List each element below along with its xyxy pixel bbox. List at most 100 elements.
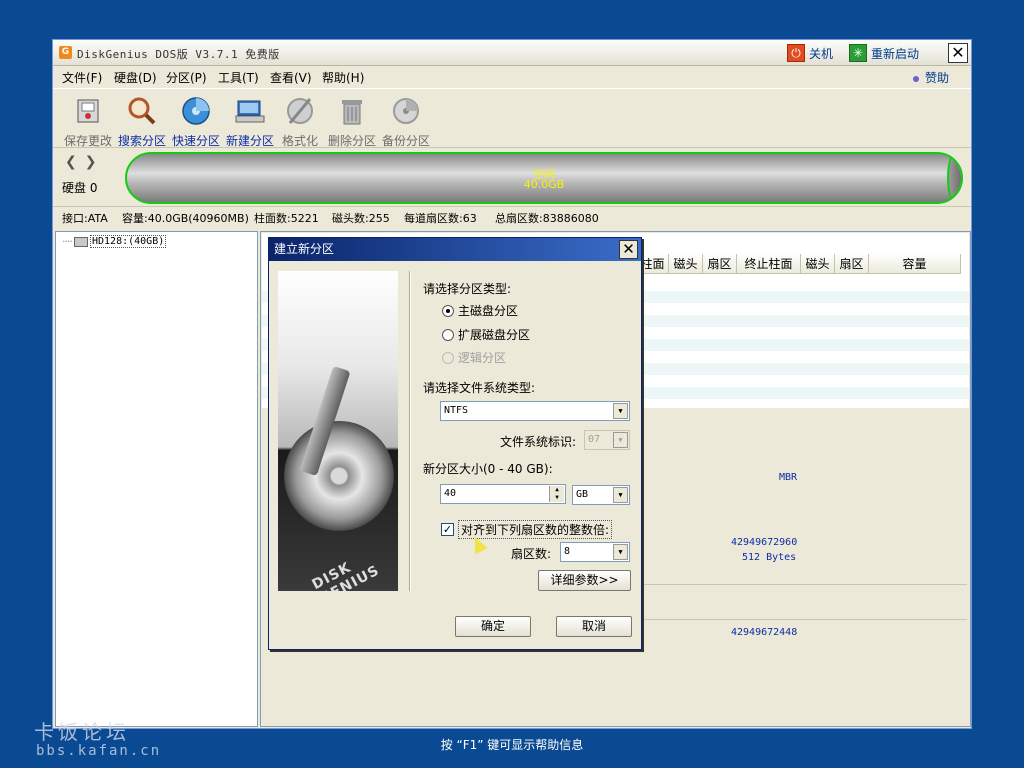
app-logo-icon: G [59, 46, 72, 59]
title-bar[interactable]: G DiskGenius DOS版 V3.7.1 免费版 ⏻ 关机 ✳ 重新启动… [53, 40, 971, 66]
hard-disk-icon [74, 236, 88, 247]
donate-icon [912, 75, 919, 82]
donate-link[interactable]: 赞助 [912, 69, 949, 86]
dialog-close-button[interactable]: ✕ [619, 240, 638, 259]
fs-type-value: NTFS [444, 405, 469, 416]
format-icon [287, 98, 313, 124]
sectors-value: 8 [564, 546, 571, 557]
radio-button [442, 351, 454, 364]
checkbox-checked-icon[interactable]: ✓ [441, 523, 454, 536]
new-partition-icon [235, 100, 265, 123]
size-value: 40 [444, 488, 457, 499]
toolbar-quick-partition-button[interactable]: 快速分区 [169, 95, 223, 149]
fs-type-select[interactable]: NTFS ▼ [440, 401, 630, 421]
col-start-sector[interactable]: 扇区 [703, 254, 737, 274]
disk-nav-arrows[interactable]: ❮❯ [65, 154, 104, 170]
info-cylinders: 柱面数:5221 [254, 212, 319, 225]
toolbar-search-partition-button[interactable]: 搜索分区 [115, 95, 169, 149]
menu-disk[interactable]: 硬盘(D) [114, 69, 157, 86]
toolbar-backup-partition-button[interactable]: 备份分区 [379, 95, 433, 149]
toolbar-new-partition-button[interactable]: 新建分区 [223, 95, 277, 149]
dialog-title-bar[interactable]: 建立新分区 ✕ [269, 238, 641, 261]
info-sectors-per-track: 每道扇区数:63 [404, 212, 477, 225]
col-capacity[interactable]: 容量 [869, 254, 961, 274]
logical-partition-label: 逻辑分区 [458, 351, 507, 365]
toolbar-quick-partition-label: 快速分区 [171, 134, 220, 148]
menu-partition[interactable]: 分区(P) [166, 69, 207, 86]
save-icon [77, 99, 99, 123]
bytes-value: 42949672448 [731, 627, 798, 638]
extended-partition-radio[interactable]: 扩展磁盘分区 [442, 326, 530, 343]
prev-disk-icon[interactable]: ❮ [65, 154, 85, 170]
toolbar-search-partition-label: 搜索分区 [117, 134, 166, 148]
menu-help[interactable]: 帮助(H) [322, 69, 364, 86]
shutdown-label: 关机 [809, 46, 834, 61]
dropdown-arrow-icon[interactable]: ▼ [613, 403, 628, 419]
details-button[interactable]: 详细参数>> [538, 570, 631, 591]
next-disk-icon[interactable]: ❯ [85, 154, 105, 170]
col-end-head[interactable]: 磁头 [801, 254, 835, 274]
info-total-sectors: 总扇区数:83886080 [495, 212, 599, 225]
partition-type-label: 请选择分区类型: [423, 282, 512, 296]
info-capacity: 容量:40.0GB(40960MB) [122, 212, 249, 225]
size-input[interactable]: 40 ▲ ▼ [440, 484, 566, 504]
primary-partition-radio[interactable]: 主磁盘分区 [442, 302, 518, 319]
sector-size-value: 512 Bytes [742, 552, 797, 563]
toolbar-new-partition-label: 新建分区 [225, 134, 274, 148]
toolbar-format-label: 格式化 [281, 134, 318, 148]
disk-free-space-bar[interactable]: 空闲 40.0GB [125, 152, 963, 204]
col-end-sector[interactable]: 扇区 [835, 254, 869, 274]
delete-partition-icon [342, 100, 362, 125]
quick-partition-icon [182, 97, 210, 125]
dropdown-arrow-icon[interactable]: ▼ [613, 487, 628, 503]
tree-node-label: HD128:(40GB) [90, 235, 167, 248]
fs-type-label: 请选择文件系统类型: [423, 381, 536, 395]
col-start-head[interactable]: 磁头 [669, 254, 703, 274]
info-interface: 接口:ATA [62, 212, 108, 225]
col-end-cylinder[interactable]: 终止柱面 [737, 254, 801, 274]
toolbar-format-button[interactable]: 格式化 [273, 95, 327, 149]
fs-id-label: 文件系统标识: [500, 435, 577, 449]
watermark-url: bbs.kafan.cn [36, 743, 162, 759]
ok-button[interactable]: 确定 [455, 616, 531, 637]
shutdown-button[interactable]: ⏻ 关机 [787, 44, 833, 62]
size-spinner-icon[interactable]: ▲ ▼ [549, 486, 564, 502]
tree-connector: ···· [62, 235, 73, 248]
radio-button[interactable] [442, 304, 454, 317]
disk-label: 硬盘 0 [62, 181, 98, 195]
dialog-separator [409, 271, 411, 591]
disk-genius-brand-label: DISK GENIUS [309, 559, 383, 591]
info-heads: 磁头数:255 [332, 212, 390, 225]
dropdown-arrow-icon: ▼ [613, 432, 628, 448]
extended-partition-label: 扩展磁盘分区 [458, 328, 531, 342]
tree-node-disk[interactable]: ···· HD128:(40GB) [62, 235, 167, 248]
disk-tree-panel: ···· HD128:(40GB) [55, 231, 258, 727]
restart-icon: ✳ [849, 44, 867, 62]
backup-partition-icon [393, 98, 419, 124]
toolbar-save-label: 保存更改 [63, 134, 112, 148]
size-label: 新分区大小(0 - 40 GB): [423, 462, 553, 476]
menu-bar: 文件(F) 硬盘(D) 分区(P) 工具(T) 查看(V) 帮助(H) 赞助 [53, 67, 971, 87]
size-unit-value: GB [576, 489, 589, 500]
restart-button[interactable]: ✳ 重新启动 [849, 44, 919, 62]
free-space-size: 40.0GB [523, 178, 565, 191]
toolbar: 保存更改 搜索分区 快速分区 新建分区 格式化 删除分区 备份分区 [53, 88, 971, 148]
fs-id-value: 07 [588, 434, 601, 445]
divider [641, 619, 967, 620]
menu-file[interactable]: 文件(F) [62, 69, 102, 86]
toolbar-delete-partition-button[interactable]: 删除分区 [325, 95, 379, 149]
window-close-button[interactable]: ✕ [948, 43, 968, 63]
dropdown-arrow-icon[interactable]: ▼ [613, 544, 628, 560]
hard-disk-illustration: DISK GENIUS [278, 271, 398, 591]
menu-tools[interactable]: 工具(T) [218, 69, 259, 86]
divider [641, 584, 967, 585]
align-checkbox[interactable]: ✓ 对齐到下列扇区数的整数倍: [441, 520, 613, 539]
size-unit-select[interactable]: GB ▼ [572, 485, 630, 505]
cancel-button[interactable]: 取消 [556, 616, 632, 637]
fs-id-select: 07 ▼ [584, 430, 630, 450]
menu-view[interactable]: 查看(V) [270, 69, 312, 86]
sectors-select[interactable]: 8 ▼ [560, 542, 630, 562]
radio-button[interactable] [442, 328, 454, 341]
toolbar-save-button[interactable]: 保存更改 [61, 95, 115, 149]
search-partition-icon [128, 97, 156, 125]
